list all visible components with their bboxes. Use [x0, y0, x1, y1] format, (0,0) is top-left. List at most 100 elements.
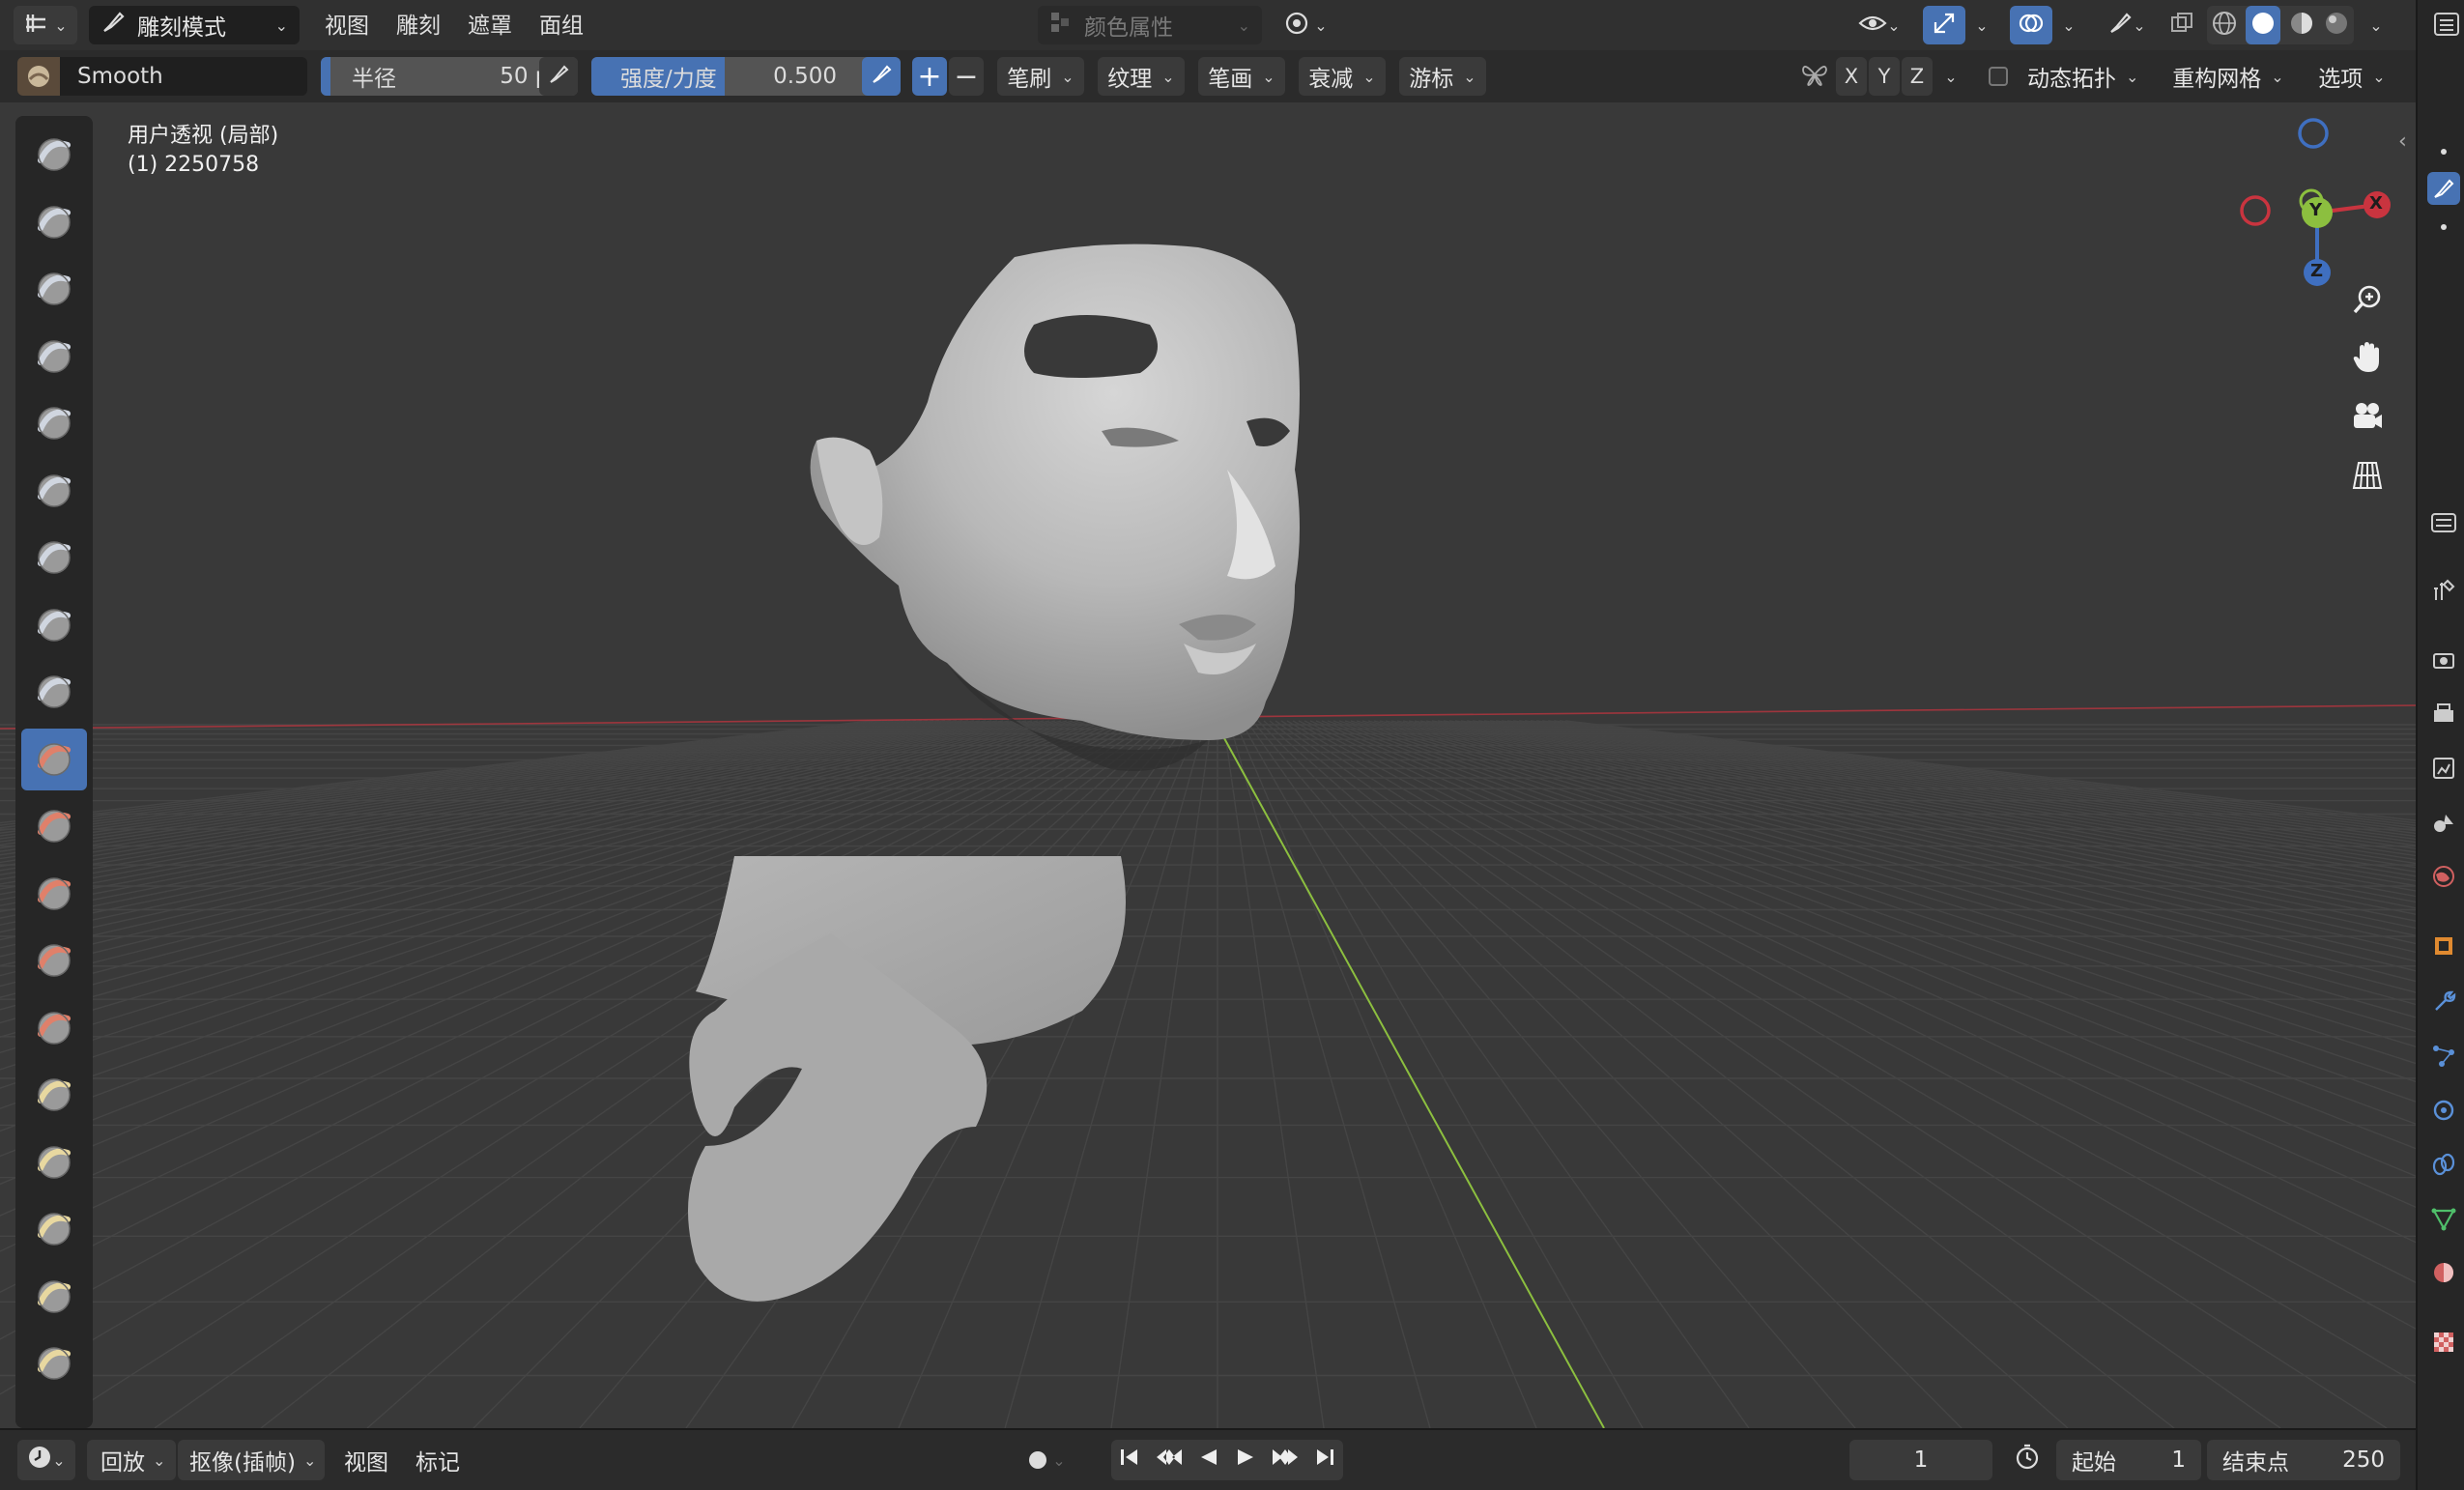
tool-properties-icon[interactable] — [2427, 574, 2460, 607]
tool-draw-brush[interactable] — [21, 124, 87, 186]
tool-clay-strips-brush[interactable] — [21, 326, 87, 387]
options-dropdown[interactable]: 选项 ⌄ — [2306, 57, 2398, 96]
timeline-view-menu[interactable]: 视图 — [344, 1440, 388, 1480]
dyntopo-toggle[interactable]: 动态拓扑 ⌄ — [1979, 57, 2151, 96]
menu-sculpt[interactable]: 雕刻 — [396, 8, 441, 44]
tool-blob-brush[interactable] — [21, 594, 87, 656]
start-frame-field[interactable]: 起始 1 — [2056, 1440, 2201, 1480]
xray-toggle[interactable] — [2164, 6, 2199, 44]
menu-mask[interactable]: 遮罩 — [468, 8, 512, 44]
world-properties-icon[interactable] — [2427, 860, 2460, 893]
wireframe-shading-icon[interactable] — [2211, 10, 2238, 41]
color-attribute-selector[interactable]: 颜色属性 ⌄ — [1038, 6, 1262, 44]
scene-properties-icon[interactable] — [2427, 806, 2460, 839]
symmetry-toggle[interactable] — [1795, 57, 1834, 96]
tool-fill-brush[interactable] — [21, 863, 87, 925]
current-frame-field[interactable]: 1 — [1849, 1440, 1992, 1480]
overlay-dropdown[interactable]: ⌄ — [2054, 6, 2083, 44]
particles-properties-icon[interactable] — [2427, 1040, 2460, 1073]
sculpt-mesh[interactable] — [0, 102, 2416, 1428]
checkbox-icon[interactable] — [1989, 67, 2008, 86]
strength-pressure-toggle[interactable] — [862, 57, 901, 96]
next-keyframe-icon[interactable] — [1271, 1446, 1300, 1475]
toggle-perspective-button[interactable] — [2342, 452, 2392, 502]
symmetry-options-dropdown[interactable]: ⌄ — [1934, 57, 1967, 96]
tool-layer-brush[interactable] — [21, 460, 87, 522]
properties-header-icon[interactable] — [2427, 506, 2460, 539]
tool-crease-brush[interactable] — [21, 661, 87, 723]
gizmo-toggle[interactable] — [1923, 6, 1965, 44]
cursor-dropdown[interactable]: 游标 ⌄ — [1399, 57, 1486, 96]
symmetry-y-button[interactable]: Y — [1869, 57, 1900, 96]
tool-clay-brush[interactable] — [21, 258, 87, 320]
brush-dropdown[interactable]: 笔刷 ⌄ — [997, 57, 1084, 96]
jump-end-icon[interactable] — [1313, 1446, 1336, 1475]
rendered-shading-icon[interactable] — [2323, 10, 2350, 41]
active-tool-tab-icon[interactable] — [2427, 172, 2460, 205]
tool-scrape-brush[interactable] — [21, 930, 87, 991]
mode-selector[interactable]: 雕刻模式 ⌄ — [89, 6, 300, 44]
sidebar-toggle-arrow[interactable]: ‹ — [2398, 129, 2407, 154]
pan-button[interactable] — [2342, 334, 2392, 385]
material-shading-icon[interactable] — [2288, 10, 2315, 41]
brush-selector[interactable]: Smooth — [17, 57, 307, 96]
strength-slider[interactable]: 强度/力度 0.500 — [591, 57, 901, 96]
remesh-dropdown[interactable]: 重构网格 ⌄ — [2163, 57, 2294, 96]
solid-shading-icon[interactable] — [2246, 6, 2280, 44]
zoom-button[interactable] — [2342, 276, 2392, 327]
transform-pivot-button[interactable]: ⌄ — [1275, 6, 1335, 44]
texture-properties-icon[interactable] — [2427, 1326, 2460, 1359]
constraints-properties-icon[interactable] — [2427, 1148, 2460, 1181]
visibility-button[interactable]: ⌄ — [1849, 6, 1909, 44]
keying-menu[interactable]: 抠像(插帧) ⌄ — [178, 1440, 325, 1480]
tool-pinch-brush[interactable] — [21, 1064, 87, 1126]
output-properties-icon[interactable] — [2427, 698, 2460, 731]
menu-face-sets[interactable]: 面组 — [539, 8, 584, 44]
tool-inflate-brush[interactable] — [21, 527, 87, 588]
gizmo-x-label[interactable]: X — [2369, 193, 2383, 214]
gizmo-z-label[interactable]: Z — [2310, 261, 2323, 281]
data-properties-icon[interactable] — [2427, 1202, 2460, 1235]
playback-menu[interactable]: 回放 ⌄ — [87, 1440, 176, 1480]
tool-clay-thumb-brush[interactable] — [21, 392, 87, 454]
gizmo-y-label[interactable]: Y — [2309, 200, 2322, 220]
material-properties-icon[interactable] — [2427, 1256, 2460, 1289]
tool-multiplane-scrape-brush[interactable] — [21, 997, 87, 1059]
stroke-dropdown[interactable]: 笔画 ⌄ — [1198, 57, 1285, 96]
prev-keyframe-icon[interactable] — [1155, 1446, 1184, 1475]
falloff-dropdown[interactable]: 衰减 ⌄ — [1299, 57, 1386, 96]
tool-snake-hook-brush[interactable] — [21, 1266, 87, 1328]
object-properties-icon[interactable] — [2427, 930, 2460, 962]
timeline-marker-menu[interactable]: 标记 — [415, 1440, 460, 1480]
tool-draw-sharp-brush[interactable] — [21, 191, 87, 253]
jump-start-icon[interactable] — [1118, 1446, 1141, 1475]
render-properties-icon[interactable] — [2427, 644, 2460, 676]
tool-smooth-brush[interactable] — [21, 728, 87, 790]
physics-properties-icon[interactable] — [2427, 1094, 2460, 1127]
play-reverse-icon[interactable] — [1197, 1446, 1220, 1475]
outliner-icon[interactable] — [2427, 8, 2464, 41]
shading-dropdown[interactable]: ⌄ — [2362, 6, 2391, 44]
auto-keying-toggle[interactable]: ⌄ — [1018, 1440, 1076, 1480]
menu-view[interactable]: 视图 — [325, 8, 369, 44]
direction-add-button[interactable]: + — [912, 57, 947, 96]
texture-dropdown[interactable]: 纹理 ⌄ — [1098, 57, 1185, 96]
tool-elastic-deform-brush[interactable] — [21, 1198, 87, 1260]
symmetry-x-button[interactable]: X — [1836, 57, 1867, 96]
modifier-properties-icon[interactable] — [2427, 986, 2460, 1018]
tool-grab-brush[interactable] — [21, 1132, 87, 1193]
timeline-editor-type[interactable]: ⌄ — [17, 1440, 75, 1480]
overlay-toggle[interactable] — [2010, 6, 2052, 44]
editor-type-button[interactable]: ⌄ — [14, 6, 77, 44]
view-layer-properties-icon[interactable] — [2427, 752, 2460, 785]
3d-viewport[interactable]: 用户透视 (局部) (1) 2250758 X Y Z ‹ — [0, 102, 2416, 1428]
direction-subtract-button[interactable]: − — [949, 57, 984, 96]
end-frame-field[interactable]: 结束点 250 — [2207, 1440, 2400, 1480]
tool-flatten-brush[interactable] — [21, 795, 87, 857]
radius-pressure-toggle[interactable] — [539, 57, 578, 96]
symmetry-z-button[interactable]: Z — [1902, 57, 1933, 96]
preview-range-toggle[interactable] — [2002, 1440, 2052, 1480]
camera-view-button[interactable] — [2342, 394, 2392, 444]
play-icon[interactable] — [1234, 1446, 1257, 1475]
sculpt-overlay-button[interactable]: ⌄ — [2097, 6, 2157, 44]
